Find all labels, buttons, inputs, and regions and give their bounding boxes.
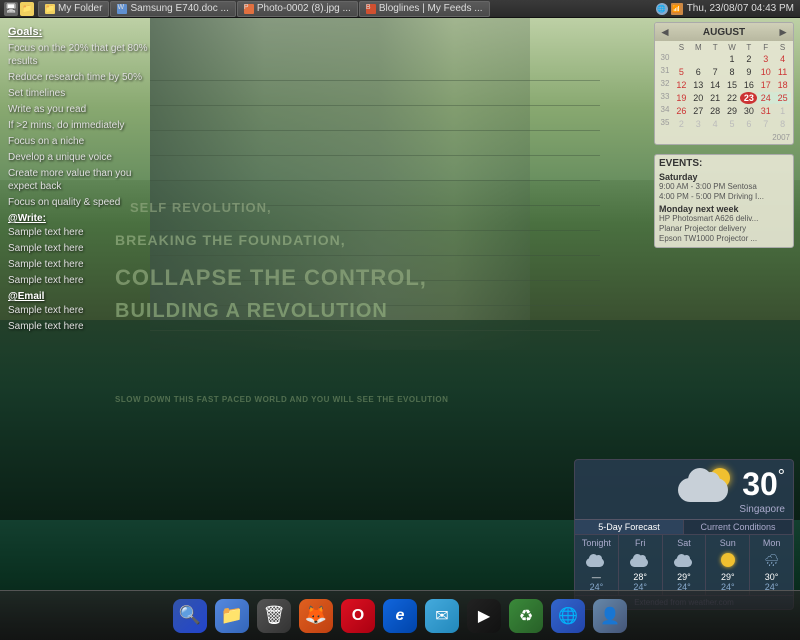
dock: 🔍 📁 🗑 🦊 O e ✉ ▶ ♻ 🌐 👤 [0, 590, 800, 640]
goal-item-5: Focus on a niche [8, 135, 162, 148]
goal-item-1: Reduce research time by 50% [8, 71, 162, 84]
goal-item-6: Develop a unique voice [8, 151, 162, 164]
events-title: EVENTS: [659, 158, 789, 169]
dock-item-ie[interactable]: e [381, 597, 419, 635]
dock-item-trash[interactable]: 🗑 [255, 597, 293, 635]
weather-icon-large [676, 464, 736, 504]
calendar-month: AUGUST [703, 27, 745, 38]
goal-item-0: Focus on the 20% that get 80% results [8, 42, 162, 68]
weather-widget: 30° Singapore 5-Day Forecast Current Con… [574, 459, 794, 610]
forecast-icon-1 [621, 550, 660, 570]
goals-label: Goals: [8, 26, 162, 38]
dock-item-browser[interactable]: 🌐 [549, 597, 587, 635]
forecast-sat: Sat 29° 24° [663, 535, 707, 595]
write-label: @Write: [8, 213, 162, 224]
tray-icon-2: 📶 [671, 3, 683, 15]
calendar-year: 2007 [655, 133, 793, 144]
email-label: @Email [8, 291, 162, 302]
building-text-5: SLOW DOWN THIS FAST PACED WORLD AND YOU … [115, 395, 448, 404]
dock-item-folder[interactable]: 📁 [213, 597, 251, 635]
event-item-0-0: 9:00 AM - 3:00 PM Sentosa [659, 182, 789, 191]
email-item-0: Sample text here [8, 304, 162, 317]
write-item-0: Sample text here [8, 226, 162, 239]
forecast-fri: Fri 28° 24° [619, 535, 663, 595]
sidebar-widget: Goals: Focus on the 20% that get 80% res… [0, 22, 170, 340]
weather-forecast: Tonight — 24° Fri 28° 24° Sat 29° 24° [575, 534, 793, 595]
weather-top: 30° [575, 460, 793, 504]
cal-week-34: 34 26 27 28 29 30 31 1 [657, 105, 791, 117]
weather-unit: ° [778, 466, 785, 486]
goal-item-7: Create more value than you expect back [8, 167, 162, 193]
email-item-1: Sample text here [8, 320, 162, 333]
dock-item-mail[interactable]: ✉ [423, 597, 461, 635]
goal-item-3: Write as you read [8, 103, 162, 116]
event-item-0-1: 4:00 PM - 5:00 PM Driving I... [659, 192, 789, 201]
taskbar-right: 🌐 📶 Thu, 23/08/07 04:43 PM [650, 3, 800, 15]
calendar-grid: S M T W T F S 30 1 2 3 4 31 5 6 7 8 9 10 [655, 41, 793, 133]
sys-tray: 🌐 📶 [656, 3, 683, 15]
events-widget: EVENTS: Saturday 9:00 AM - 3:00 PM Sento… [654, 154, 794, 248]
cal-week-30: 30 1 2 3 4 [657, 53, 791, 65]
weather-tabs: 5-Day Forecast Current Conditions [575, 519, 793, 534]
goal-item-2: Set timelines [8, 87, 162, 100]
cal-week-35: 35 2 3 4 5 6 7 8 [657, 118, 791, 130]
cal-week-33: 33 19 20 21 22 23 24 25 [657, 92, 791, 104]
calendar-next[interactable]: ► [777, 25, 789, 39]
taskbar-item-2[interactable]: P Photo-0002 (8).jpg ... [237, 1, 358, 17]
weather-tab-current[interactable]: Current Conditions [684, 520, 793, 534]
dock-item-finder[interactable]: 🔍 [171, 597, 209, 635]
taskbar-item-1[interactable]: W Samsung E740.doc ... [110, 1, 235, 17]
event-day-1: Monday next week [659, 204, 789, 214]
write-item-3: Sample text here [8, 274, 162, 287]
weather-temp: 30 [742, 466, 778, 502]
dock-item-people[interactable]: 👤 [591, 597, 629, 635]
start-icon[interactable]: 🖥 [4, 2, 18, 16]
write-item-1: Sample text here [8, 242, 162, 255]
taskbar-items: 📁 My Folder W Samsung E740.doc ... P Pho… [38, 1, 650, 17]
weather-city: Singapore [575, 504, 793, 519]
event-item-1-0: HP Photosmart A626 deliv... [659, 214, 789, 223]
calendar-widget: ◄ AUGUST ► S M T W T F S 30 1 2 3 4 31 [654, 22, 794, 145]
weather-tab-forecast[interactable]: 5-Day Forecast [575, 520, 684, 534]
forecast-tonight: Tonight — 24° [575, 535, 619, 595]
forecast-mon: Mon 🌧 30° 24° [750, 535, 793, 595]
weather-temp-display: 30° [742, 466, 785, 503]
goal-item-4: If >2 mins, do immediately [8, 119, 162, 132]
calendar-prev[interactable]: ◄ [659, 25, 671, 39]
system-clock: Thu, 23/08/07 04:43 PM [687, 3, 794, 14]
write-item-2: Sample text here [8, 258, 162, 271]
forecast-icon-3 [708, 550, 747, 570]
dock-item-media[interactable]: ▶ [465, 597, 503, 635]
cal-week-31: 31 5 6 7 8 9 10 11 [657, 66, 791, 78]
forecast-icon-2 [665, 550, 704, 570]
dock-item-recycle[interactable]: ♻ [507, 597, 545, 635]
forecast-icon-0 [577, 550, 616, 570]
taskbar: 🖥 📁 📁 My Folder W Samsung E740.doc ... P… [0, 0, 800, 18]
event-item-1-1: Planar Projector delivery [659, 224, 789, 233]
forecast-sun: Sun 29° 24° [706, 535, 750, 595]
dock-item-opera[interactable]: O [339, 597, 377, 635]
forecast-icon-4: 🌧 [752, 550, 791, 570]
taskbar-item-3[interactable]: B Bloglines | My Feeds ... [359, 1, 490, 17]
calendar-header: ◄ AUGUST ► [655, 23, 793, 41]
tray-icon-1: 🌐 [656, 3, 668, 15]
goal-item-8: Focus on quality & speed [8, 196, 162, 209]
taskbar-folder-icon[interactable]: 📁 [20, 2, 34, 16]
taskbar-left: 🖥 📁 [0, 2, 38, 16]
event-item-1-2: Epson TW1000 Projector ... [659, 234, 789, 243]
cal-week-32: 32 12 13 14 15 16 17 18 [657, 79, 791, 91]
event-day-0: Saturday [659, 172, 789, 182]
dock-item-firefox[interactable]: 🦊 [297, 597, 335, 635]
taskbar-item-0[interactable]: 📁 My Folder [38, 1, 109, 17]
